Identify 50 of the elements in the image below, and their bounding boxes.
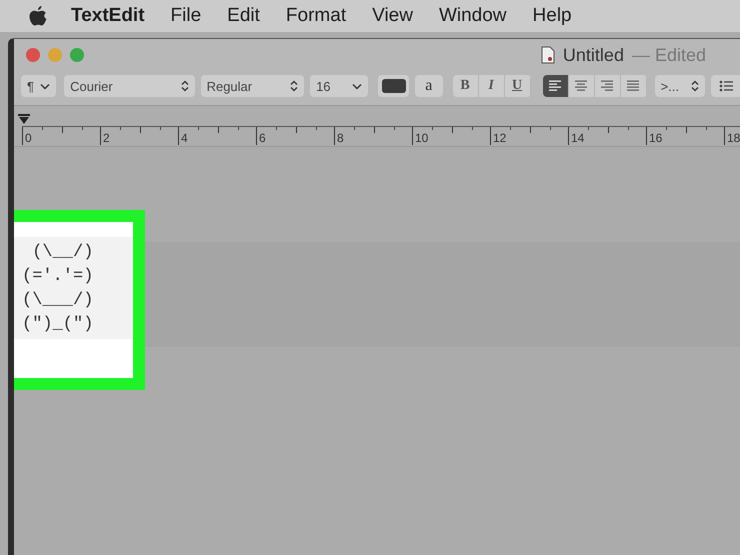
document-icon	[540, 46, 555, 64]
paragraph-style-button[interactable]: ¶	[21, 75, 56, 97]
app-menu[interactable]: TextEdit	[58, 5, 158, 27]
ruler-label: 10	[415, 131, 428, 145]
ruler-label: 12	[493, 131, 506, 145]
close-button[interactable]	[26, 48, 40, 62]
window-title: Untitled	[562, 44, 624, 66]
ruler-label: 6	[259, 131, 266, 145]
apple-logo-icon[interactable]	[28, 5, 48, 27]
text-line: (\__/)	[31, 242, 94, 264]
tab-stop-marker-icon[interactable]	[18, 114, 30, 125]
ruler-label: 18	[727, 131, 740, 145]
ruler-label: 4	[181, 131, 188, 145]
ruler-label: 2	[103, 131, 110, 145]
align-center-button[interactable]	[568, 75, 595, 97]
underline-button[interactable]: U	[504, 75, 531, 97]
text-line: (\___/)	[22, 290, 94, 312]
highlight-color-button[interactable]: a	[415, 75, 443, 97]
menu-item[interactable]: Help	[520, 5, 585, 27]
font-size-field[interactable]: 16	[310, 75, 368, 97]
line-spacing-dropdown[interactable]: >...	[654, 75, 706, 97]
font-family-dropdown[interactable]: Courier	[64, 75, 195, 97]
align-left-icon	[548, 80, 562, 92]
menu-item[interactable]: Format	[272, 5, 360, 27]
bold-button[interactable]: B	[452, 75, 479, 97]
stepper-icon	[290, 80, 298, 92]
menu-item[interactable]: View	[359, 5, 426, 27]
italic-button[interactable]: I	[478, 75, 505, 97]
edited-status: — Edited	[632, 44, 706, 66]
menu-item[interactable]: Edit	[214, 5, 273, 27]
font-style-dropdown[interactable]: Regular	[200, 75, 304, 97]
menu-item[interactable]: File	[158, 5, 214, 27]
bulleted-list-icon	[718, 80, 733, 92]
ruler-label: 0	[25, 131, 32, 145]
text-line: (='.'=)	[22, 266, 94, 288]
align-center-icon	[574, 80, 588, 92]
align-right-button[interactable]	[594, 75, 621, 97]
text-color-well[interactable]	[378, 75, 410, 97]
text-line: (")_(")	[22, 314, 94, 336]
ruler-label: 16	[649, 131, 662, 145]
menu-item[interactable]: Window	[426, 5, 520, 27]
stepper-icon	[691, 80, 700, 92]
stepper-icon	[180, 80, 189, 92]
ruler-label: 8	[337, 131, 344, 145]
ruler-label: 14	[571, 131, 584, 145]
list-button[interactable]	[711, 75, 740, 97]
align-justify-button[interactable]	[620, 75, 647, 97]
align-left-button[interactable]	[542, 75, 569, 97]
align-justify-icon	[626, 80, 640, 92]
align-right-icon	[600, 80, 614, 92]
